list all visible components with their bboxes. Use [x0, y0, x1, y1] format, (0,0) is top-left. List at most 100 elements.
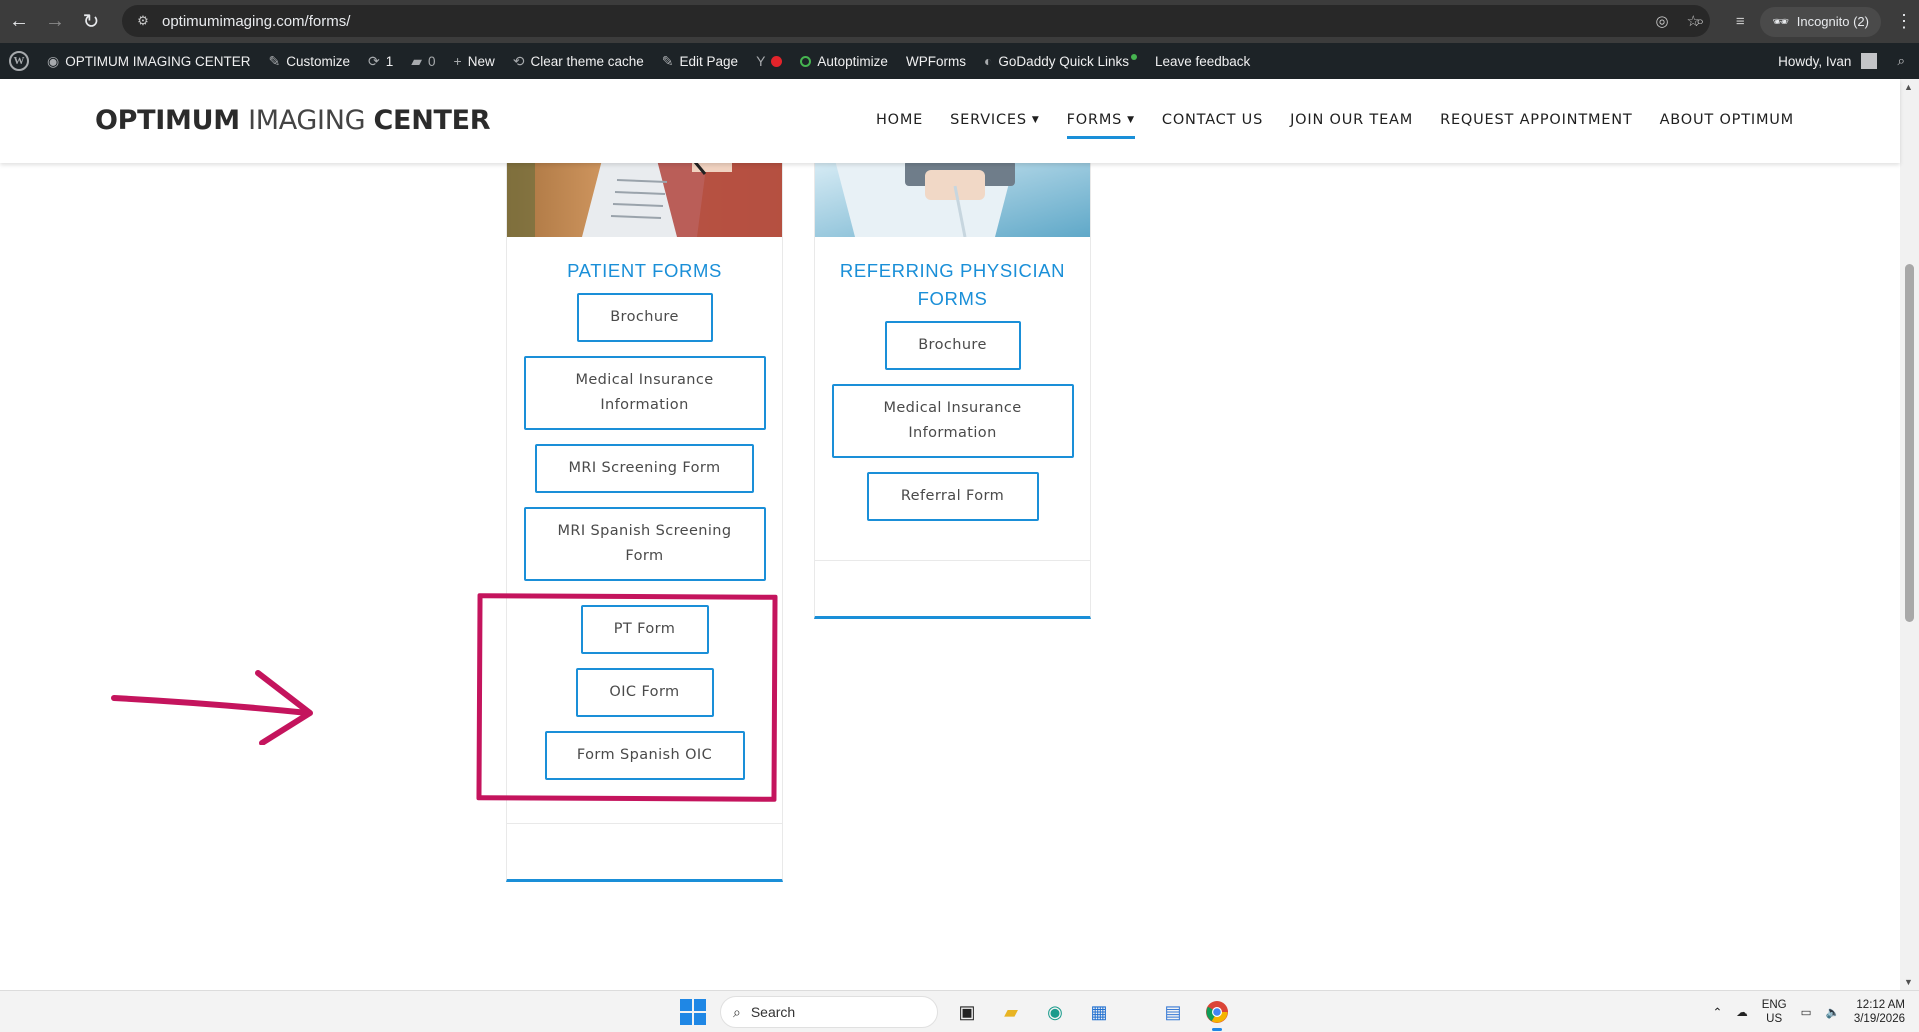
- clock-time: 12:12 AM: [1856, 999, 1905, 1011]
- search-icon: ⌕: [733, 1003, 741, 1020]
- admin-updates[interactable]: ⟳ 1: [359, 43, 402, 79]
- notepad-icon[interactable]: ▤: [1158, 997, 1188, 1027]
- tracking-protection-icon[interactable]: ◎: [1655, 12, 1668, 30]
- clock[interactable]: 12:12 AM 3/19/2026: [1854, 998, 1905, 1026]
- scroll-down-icon[interactable]: ▼: [1904, 977, 1913, 987]
- physician-forms-image: [815, 160, 1090, 237]
- yoast-icon: Y: [756, 53, 766, 69]
- nav-home-label: HOME: [875, 112, 924, 128]
- physician-forms-buttons: Brochure Medical Insurance Information R…: [815, 321, 1090, 521]
- site-info-icon[interactable]: ⚙: [134, 12, 152, 30]
- clear-cache-label: Clear theme cache: [530, 53, 644, 69]
- site-name-label: OPTIMUM IMAGING CENTER: [65, 53, 251, 69]
- admin-customize[interactable]: ✎ Customize: [259, 43, 359, 79]
- logo-part-center: CENTER: [373, 105, 491, 136]
- clock-date: 3/19/2026: [1853, 1013, 1905, 1025]
- browser-menu-icon[interactable]: ⋮: [1889, 11, 1919, 32]
- howdy-user[interactable]: Howdy, Ivan: [1778, 54, 1851, 69]
- card-divider: [815, 560, 1090, 561]
- media-controls-icon[interactable]: ≡: [1720, 13, 1760, 30]
- godaddy-label: GoDaddy Quick Links: [998, 53, 1129, 69]
- highlight-box: [476, 593, 778, 802]
- nav-services[interactable]: SERVICES ▼: [950, 105, 1039, 135]
- patient-insurance-button[interactable]: Medical Insurance Information: [523, 356, 766, 430]
- refresh-icon: ⟲: [512, 52, 525, 69]
- windows-taskbar: ⌕ Search ▣ ▰ ◉ ▦ ▤ ⌃ ☁ ENG US ▭ 🔈 12:12 …: [0, 990, 1919, 1032]
- avatar[interactable]: [1861, 53, 1878, 69]
- nav-home[interactable]: HOME: [876, 105, 923, 135]
- feedback-label: Leave feedback: [1154, 53, 1251, 69]
- lens-search-icon[interactable]: ⌕: [1680, 13, 1720, 30]
- taskbar-search[interactable]: ⌕ Search: [720, 996, 938, 1028]
- start-button[interactable]: [680, 999, 706, 1025]
- admin-comments[interactable]: ▰ 0: [402, 43, 444, 79]
- admin-wpforms[interactable]: WPForms: [897, 43, 975, 79]
- language-indicator[interactable]: ENG US: [1762, 998, 1787, 1026]
- network-icon[interactable]: ▭: [1801, 1005, 1812, 1019]
- admin-new[interactable]: + New: [445, 43, 504, 79]
- chrome-logo: [1206, 1001, 1228, 1023]
- nav-forms[interactable]: FORMS ▼: [1066, 105, 1136, 139]
- logo-part-optimum: OPTIMUM: [95, 105, 240, 136]
- comments-count: 0: [428, 53, 436, 69]
- admin-clear-cache[interactable]: ⟲ Clear theme cache: [504, 43, 653, 79]
- updates-icon: ⟳: [367, 52, 380, 69]
- incognito-icon: 🕶: [1772, 13, 1789, 29]
- admin-feedback[interactable]: Leave feedback: [1146, 43, 1259, 79]
- scroll-up-icon[interactable]: ▲: [1904, 82, 1913, 92]
- task-view-icon[interactable]: ▣: [952, 997, 982, 1027]
- caret-down-icon: ▼: [1127, 115, 1135, 125]
- forward-button[interactable]: →: [38, 5, 72, 39]
- file-explorer-icon[interactable]: ▰: [996, 997, 1026, 1027]
- url-text[interactable]: optimumimaging.com/forms/: [162, 13, 350, 30]
- brush-icon: ✎: [268, 52, 281, 69]
- nav-join[interactable]: JOIN OUR TEAM: [1290, 105, 1413, 135]
- back-button[interactable]: ←: [2, 5, 36, 39]
- page-scrollbar[interactable]: ▲ ▼: [1900, 79, 1919, 990]
- updates-count: 1: [385, 53, 394, 69]
- store-icon[interactable]: ▦: [1084, 997, 1114, 1027]
- chevron-up-icon[interactable]: ⌃: [1713, 1005, 1723, 1019]
- nav-contact[interactable]: CONTACT US: [1162, 105, 1263, 135]
- main-navigation: HOME SERVICES ▼ FORMS ▼ CONTACT US JOIN OU…: [876, 105, 1794, 139]
- site-logo[interactable]: OPTIMUM IMAGING CENTER: [95, 105, 491, 136]
- edge-icon[interactable]: ◉: [1040, 997, 1070, 1027]
- taskbar-search-label: Search: [750, 1004, 796, 1020]
- physician-insurance-button[interactable]: Medical Insurance Information: [831, 384, 1074, 458]
- nav-request-label: REQUEST APPOINTMENT: [1440, 112, 1633, 128]
- physician-brochure-button[interactable]: Brochure: [884, 321, 1021, 370]
- wpforms-label: WPForms: [905, 53, 966, 69]
- mri-screening-button[interactable]: MRI Screening Form: [535, 444, 754, 493]
- nav-about-label: ABOUT OPTIMUM: [1659, 112, 1794, 128]
- nav-forms-label: FORMS: [1066, 112, 1123, 128]
- referral-form-button[interactable]: Referral Form: [866, 472, 1039, 521]
- address-bar[interactable]: ⚙ optimumimaging.com/forms/ ◎ ☆: [122, 5, 1710, 37]
- patient-forms-image: [507, 160, 782, 237]
- reload-button[interactable]: ↻: [74, 5, 108, 39]
- scrollbar-thumb[interactable]: [1905, 264, 1914, 622]
- admin-seo[interactable]: Y: [747, 43, 791, 79]
- admin-search-icon[interactable]: ⌕: [1897, 53, 1905, 69]
- admin-autoptimize[interactable]: Autoptimize: [791, 43, 897, 79]
- admin-site-name[interactable]: ◉ OPTIMUM IMAGING CENTER: [38, 43, 259, 79]
- godaddy-icon: ◐: [983, 53, 993, 69]
- nav-request[interactable]: REQUEST APPOINTMENT: [1440, 105, 1632, 135]
- admin-godaddy[interactable]: ◐ GoDaddy Quick Links: [975, 43, 1146, 79]
- wp-logo-menu[interactable]: W: [0, 43, 38, 79]
- volume-icon[interactable]: 🔈: [1826, 1005, 1840, 1019]
- mri-spanish-screening-button[interactable]: MRI Spanish Screening Form: [523, 507, 766, 581]
- admin-edit-page[interactable]: ✎ Edit Page: [653, 43, 747, 79]
- doctor-photo: [815, 160, 1090, 237]
- chrome-icon[interactable]: [1202, 997, 1232, 1031]
- physician-forms-card: REFERRING PHYSICIAN FORMS Brochure Medic…: [814, 160, 1091, 619]
- comment-icon: ▰: [411, 52, 423, 69]
- logo-part-imaging: IMAGING: [248, 105, 366, 136]
- seo-status-dot: [771, 55, 783, 67]
- incognito-indicator[interactable]: 🕶 Incognito (2): [1760, 6, 1881, 37]
- patient-brochure-button[interactable]: Brochure: [576, 293, 713, 342]
- autoptimize-status-icon: [800, 55, 812, 67]
- caret-down-icon: ▼: [1031, 115, 1040, 125]
- site-header: OPTIMUM IMAGING CENTER HOME SERVICES ▼ FO…: [0, 79, 1900, 163]
- onedrive-icon[interactable]: ☁: [1736, 1005, 1748, 1019]
- nav-about[interactable]: ABOUT OPTIMUM: [1660, 105, 1794, 135]
